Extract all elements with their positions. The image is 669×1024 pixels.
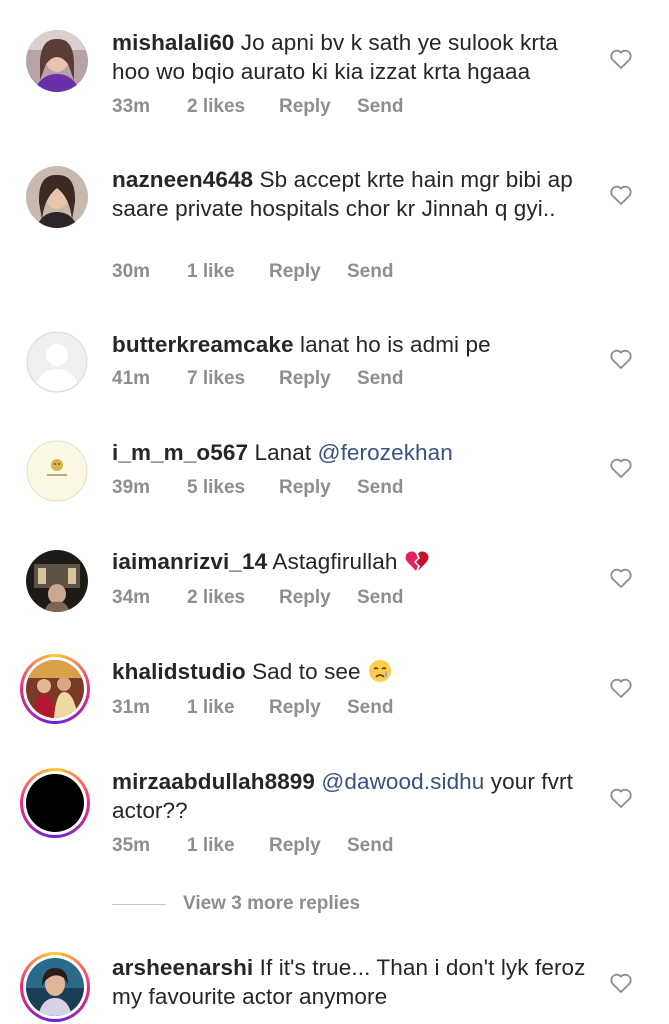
comment-username[interactable]: iaimanrizvi_14 (112, 549, 267, 574)
send-button[interactable]: Send (347, 697, 393, 719)
comment-body: Astagfirullah (272, 549, 398, 574)
likes-count-button[interactable]: 1 like (187, 261, 235, 283)
comment-text: mirzaabdullah8899 @dawood.sidhu your fvr… (112, 767, 592, 825)
crying-face-icon (369, 660, 392, 682)
comment-text: nazneen4648 Sb accept krte hain mgr bibi… (112, 165, 592, 223)
comment-time: 35m (112, 835, 151, 856)
avatar[interactable] (20, 768, 90, 838)
replies-divider (112, 904, 166, 905)
heart-icon[interactable] (609, 787, 633, 809)
send-button[interactable]: Send (357, 477, 403, 499)
avatar[interactable] (26, 550, 88, 612)
comment-time: 34m (112, 587, 151, 608)
likes-count-button[interactable]: 2 likes (187, 587, 245, 609)
reply-button[interactable]: Reply (279, 96, 331, 118)
comment-username[interactable]: khalidstudio (112, 659, 246, 684)
comment-username[interactable]: nazneen4648 (112, 167, 253, 192)
likes-count-button[interactable]: 1 like (187, 697, 235, 719)
heart-icon[interactable] (609, 348, 633, 370)
comment-time: 41m (112, 368, 151, 389)
likes-count-button[interactable]: 7 likes (187, 368, 245, 390)
comment-text: mishalali60 Jo apni bv k sath ye sulook … (112, 28, 592, 86)
likes-count-button[interactable]: 5 likes (187, 477, 245, 499)
avatar[interactable] (20, 654, 90, 724)
avatar[interactable] (26, 440, 88, 502)
likes-count-button[interactable]: 2 likes (187, 96, 245, 118)
mention-link[interactable]: @dawood.sidhu (321, 769, 484, 794)
comment-text: khalidstudio Sad to see (112, 657, 592, 686)
reply-button[interactable]: Reply (269, 835, 321, 857)
comment-body: lanat ho is admi pe (299, 332, 491, 357)
comment-time: 31m (112, 697, 151, 718)
comment-text: i_m_m_o567 Lanat @ferozekhan (112, 438, 592, 467)
comment-username[interactable]: arsheenarshi (112, 955, 253, 980)
avatar[interactable] (26, 30, 88, 92)
avatar[interactable] (26, 166, 88, 228)
heart-icon[interactable] (609, 48, 633, 70)
reply-button[interactable]: Reply (269, 697, 321, 719)
send-button[interactable]: Send (357, 368, 403, 390)
comment-text: butterkreamcake lanat ho is admi pe (112, 330, 592, 359)
comment-username[interactable]: mishalali60 (112, 30, 234, 55)
comment-text: arsheenarshi If it's true... Than i don'… (112, 953, 592, 1011)
broken-heart-icon (405, 551, 429, 571)
send-button[interactable]: Send (357, 96, 403, 118)
send-button[interactable]: Send (347, 835, 393, 857)
reply-button[interactable]: Reply (279, 368, 331, 390)
comment-time: 33m (112, 96, 151, 117)
avatar[interactable] (20, 952, 90, 1022)
reply-button[interactable]: Reply (279, 587, 331, 609)
heart-icon[interactable] (609, 972, 633, 994)
comment-username[interactable]: mirzaabdullah8899 (112, 769, 315, 794)
view-more-replies-label[interactable]: View 3 more replies (183, 893, 360, 915)
comment-username[interactable]: butterkreamcake (112, 332, 294, 357)
send-button[interactable]: Send (357, 587, 403, 609)
reply-button[interactable]: Reply (269, 261, 321, 283)
heart-icon[interactable] (609, 567, 633, 589)
send-button[interactable]: Send (347, 261, 393, 283)
mention-link[interactable]: @ferozekhan (318, 440, 453, 465)
reply-button[interactable]: Reply (279, 477, 331, 499)
comment-body: Lanat (254, 440, 312, 465)
avatar[interactable] (26, 331, 88, 393)
comment-username[interactable]: i_m_m_o567 (112, 440, 248, 465)
comment-text: iaimanrizvi_14 Astagfirullah (112, 547, 592, 576)
comment-time: 30m (112, 261, 151, 282)
heart-icon[interactable] (609, 677, 633, 699)
heart-icon[interactable] (609, 184, 633, 206)
comment-time: 39m (112, 477, 151, 498)
heart-icon[interactable] (609, 457, 633, 479)
comment-body: Sad to see (252, 659, 361, 684)
likes-count-button[interactable]: 1 like (187, 835, 235, 857)
